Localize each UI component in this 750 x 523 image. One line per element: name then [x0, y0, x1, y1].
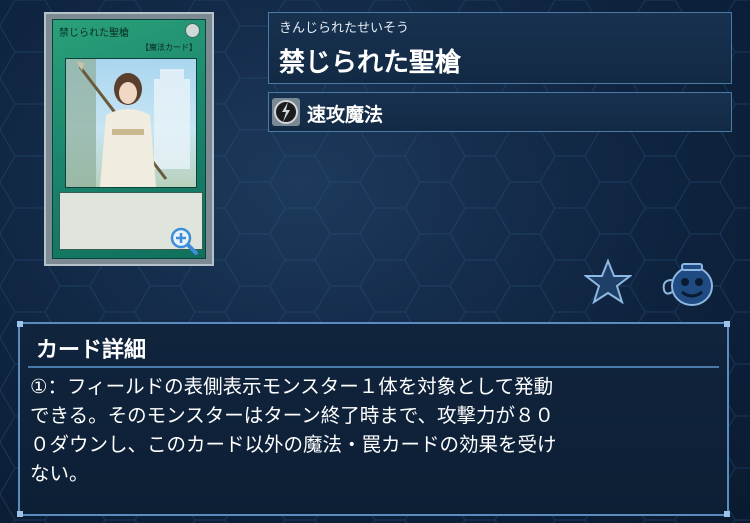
card-type-label: 速攻魔法: [307, 104, 384, 126]
card-image-frame[interactable]: 禁じられた聖槍 【魔法カード】: [44, 12, 214, 266]
card-name-panel: きんじられたせいそう 禁じられた聖槍: [268, 12, 732, 84]
quick-play-spell-icon: [272, 98, 300, 126]
panel-corner: [724, 321, 730, 327]
card-artwork: [65, 58, 197, 188]
card-art-name: 禁じられた聖槍: [59, 28, 129, 39]
spell-attribute-icon: [185, 23, 200, 38]
card-furigana: きんじられたせいそう: [279, 21, 410, 36]
card-type-panel: 速攻魔法: [268, 92, 732, 132]
card-image: 禁じられた聖槍 【魔法カード】: [52, 19, 206, 259]
star-icon[interactable]: [584, 258, 632, 306]
card-title: 禁じられた聖槍: [279, 48, 462, 78]
detail-divider: [28, 366, 719, 368]
panel-corner: [724, 511, 730, 517]
panel-corner: [17, 511, 23, 517]
detail-heading: カード詳細: [36, 338, 147, 363]
card-art-type: 【魔法カード】: [141, 43, 197, 52]
card-detail-panel: カード詳細 ①：フィールドの表側表示モンスター１体を対象として発動 できる。その…: [17, 321, 730, 517]
panel-corner: [17, 321, 23, 327]
zoom-icon[interactable]: [169, 226, 199, 256]
card-effect-text: ①：フィールドの表側表示モンスター１体を対象として発動 できる。そのモンスターは…: [30, 375, 557, 485]
pot-icon[interactable]: [660, 258, 718, 308]
